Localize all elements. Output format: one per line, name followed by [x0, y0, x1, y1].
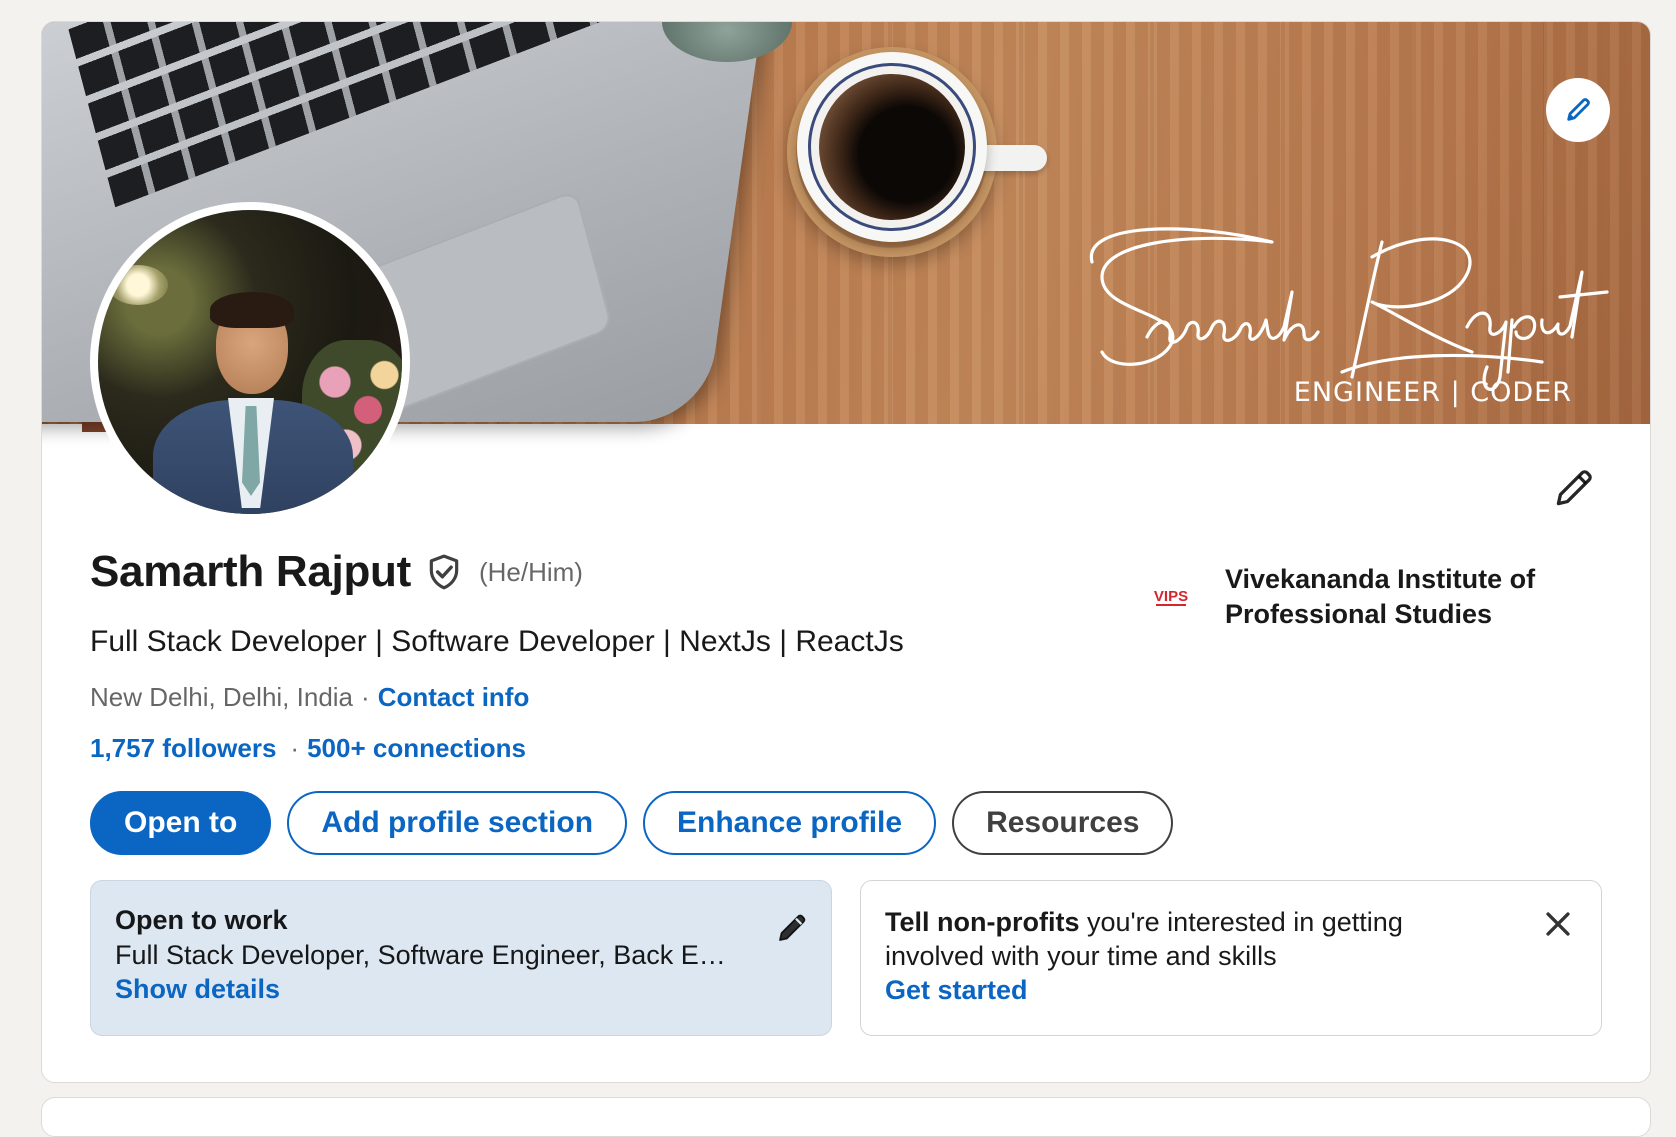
edit-open-to-work-button[interactable]	[775, 911, 809, 945]
nonprofit-strong: Tell non-profits	[885, 907, 1080, 937]
network-separator: ·	[290, 733, 300, 763]
resources-button[interactable]: Resources	[952, 791, 1174, 855]
verified-shield-icon[interactable]	[425, 553, 463, 591]
avatar-bg-light	[108, 265, 168, 305]
banner-signature	[1089, 227, 1609, 391]
open-to-work-card: Open to work Full Stack Developer, Softw…	[90, 880, 832, 1036]
location-row: New Delhi, Delhi, India · Contact info	[90, 682, 529, 713]
show-details-link[interactable]: Show details	[115, 974, 280, 1005]
pencil-icon	[1556, 470, 1592, 506]
profile-card: ENGINEER | CODER Samarth Rajput (He/Him)…	[41, 21, 1651, 1083]
pencil-icon	[779, 914, 806, 941]
followers-link[interactable]: 1,757 followers	[90, 733, 276, 764]
network-row: 1,757 followers · 500+ connections	[90, 733, 526, 764]
name-row: Samarth Rajput (He/Him)	[90, 547, 583, 597]
edit-intro-button[interactable]	[1552, 466, 1596, 510]
contact-info-link[interactable]: Contact info	[378, 682, 530, 713]
profile-location: New Delhi, Delhi, India	[90, 682, 354, 712]
add-profile-section-button[interactable]: Add profile section	[287, 791, 628, 855]
school-logo: VIPS	[1152, 582, 1190, 612]
profile-headline: Full Stack Developer | Software Develope…	[90, 625, 904, 658]
profile-avatar[interactable]	[90, 202, 410, 522]
banner-keyboard	[66, 22, 664, 208]
open-to-button[interactable]: Open to	[90, 791, 272, 855]
school-name: Vivekananda Institute of Professional St…	[1225, 564, 1536, 629]
open-to-work-roles: Full Stack Developer, Software Engineer,…	[115, 940, 726, 970]
avatar-hair	[210, 292, 294, 328]
get-started-link[interactable]: Get started	[885, 975, 1028, 1006]
connections-link[interactable]: 500+ connections	[307, 733, 526, 764]
edit-banner-button[interactable]	[1546, 78, 1610, 142]
location-separator: ·	[361, 682, 370, 712]
profile-name: Samarth Rajput	[90, 547, 411, 596]
close-icon	[1546, 912, 1570, 936]
pencil-icon	[1567, 98, 1590, 121]
profile-actions: Open to Add profile section Enhance prof…	[90, 791, 1174, 855]
avatar-photo	[98, 210, 402, 514]
profile-pronouns: (He/Him)	[478, 556, 583, 587]
banner-tagline: ENGINEER | CODER	[1293, 377, 1572, 408]
school-logo-text: VIPS	[1154, 588, 1188, 605]
education-link[interactable]: VIPS Vivekananda Institute of Profession…	[1152, 562, 1565, 632]
enhance-profile-button[interactable]: Enhance profile	[643, 791, 937, 855]
nonprofit-text: Tell non-profits you're interested in ge…	[885, 905, 1505, 973]
next-section-card	[41, 1097, 1651, 1137]
dismiss-nonprofit-button[interactable]	[1541, 907, 1575, 941]
banner-coffee	[819, 74, 965, 220]
nonprofit-card: Tell non-profits you're interested in ge…	[860, 880, 1602, 1036]
open-to-work-title: Open to work	[115, 905, 288, 935]
